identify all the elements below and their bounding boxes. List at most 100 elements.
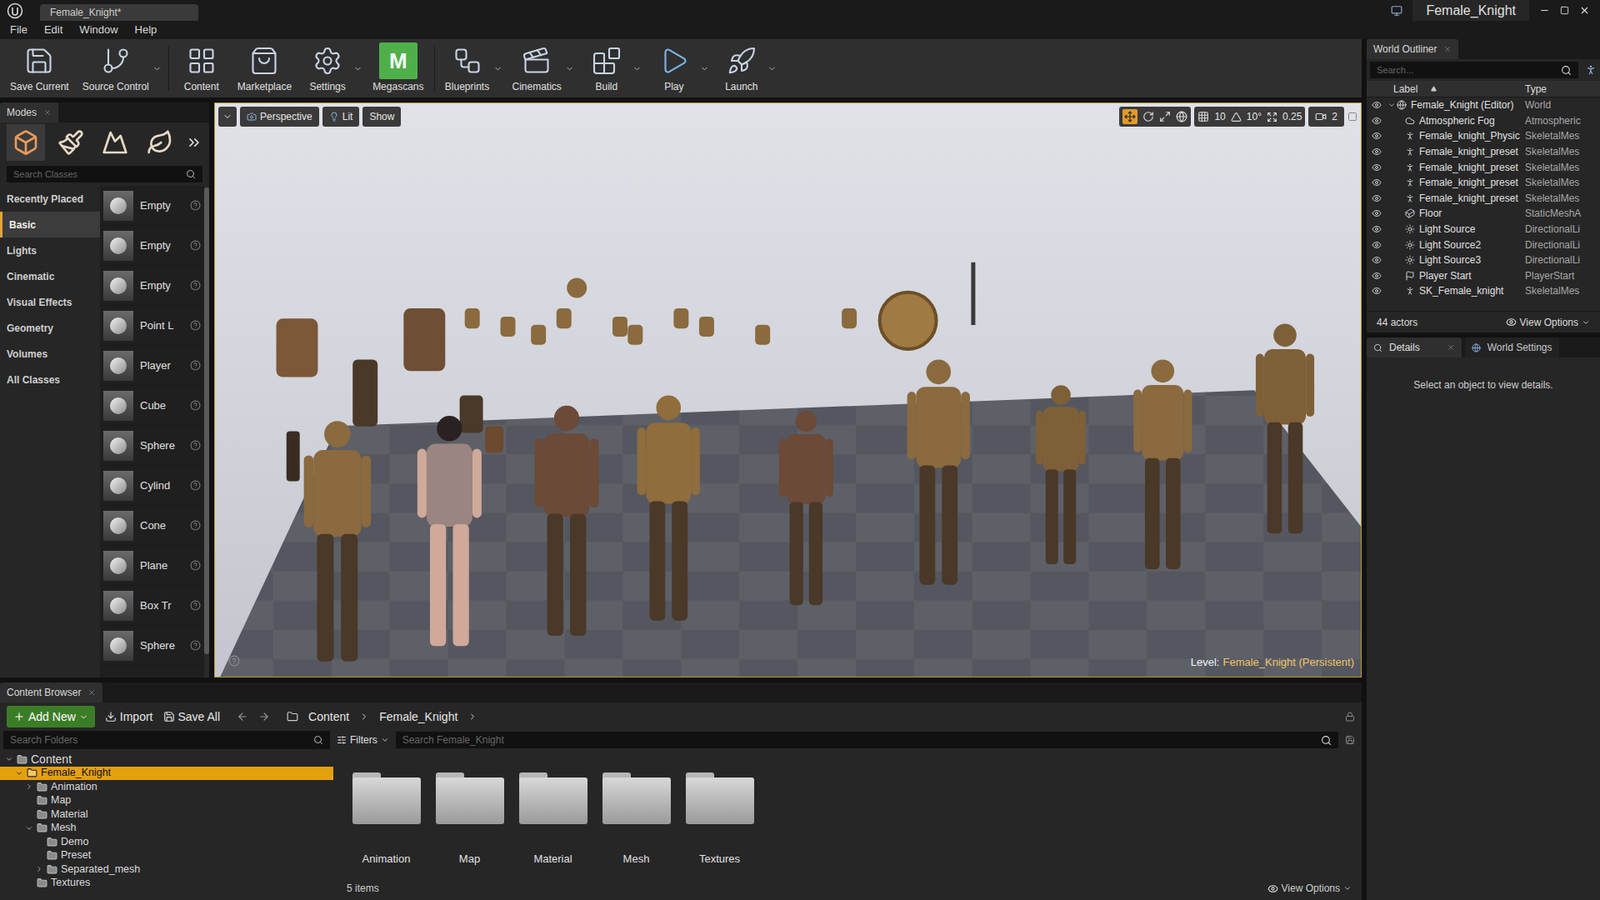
category-item[interactable]: Lights bbox=[0, 237, 100, 264]
help-icon[interactable] bbox=[190, 480, 201, 491]
outliner-row[interactable]: Female_knight_presetSkeletalMes bbox=[1366, 175, 1600, 191]
character-figure[interactable] bbox=[534, 405, 599, 636]
toolbar-button[interactable]: Save Current bbox=[3, 39, 76, 98]
import-button[interactable]: Import bbox=[105, 708, 154, 726]
rotation-snap-value[interactable]: 10° bbox=[1246, 109, 1262, 125]
camera-speed[interactable]: 2 bbox=[1308, 106, 1345, 127]
outliner-row[interactable]: FloorStaticMeshA bbox=[1366, 205, 1600, 222]
outliner-row[interactable]: Light Source2DirectionalLi bbox=[1366, 236, 1600, 253]
outliner-row[interactable]: Female_Knight (Editor)World bbox=[1366, 97, 1600, 114]
shield[interactable] bbox=[880, 292, 937, 350]
world-local-icon[interactable] bbox=[1175, 110, 1188, 123]
class-search[interactable]: Search Classes bbox=[6, 165, 203, 183]
dropdown-arrow-icon[interactable] bbox=[565, 64, 575, 74]
minimize-icon[interactable] bbox=[1539, 5, 1550, 16]
panel-tab[interactable]: World Outliner bbox=[1366, 39, 1459, 60]
menu-item[interactable]: File bbox=[10, 21, 28, 39]
category-item[interactable]: Cinematic bbox=[0, 263, 100, 290]
mode-button[interactable] bbox=[96, 124, 135, 161]
visibility-icon[interactable] bbox=[1371, 240, 1382, 250]
class-item[interactable]: Plane bbox=[100, 545, 205, 586]
visibility-icon[interactable] bbox=[1371, 285, 1382, 296]
grid-snap-value[interactable]: 10 bbox=[1214, 109, 1225, 125]
view-options-button[interactable]: View Options bbox=[1267, 880, 1352, 896]
menu-item[interactable]: Edit bbox=[44, 21, 63, 39]
dropdown-arrow-icon[interactable] bbox=[632, 64, 642, 74]
help-icon[interactable] bbox=[190, 280, 201, 291]
collapsed-arrow-icon[interactable] bbox=[25, 782, 34, 791]
filters-button[interactable]: Filters bbox=[336, 732, 390, 748]
toolbar-button[interactable]: Play bbox=[645, 39, 704, 98]
dropdown-arrow-icon[interactable] bbox=[767, 64, 777, 74]
tree-item[interactable]: Animation bbox=[0, 780, 334, 795]
asset-search[interactable]: Search Female_Knight bbox=[395, 731, 1339, 749]
folder-asset[interactable]: Animation bbox=[345, 772, 428, 877]
save-all-button[interactable]: Save All bbox=[163, 708, 221, 726]
class-item[interactable]: Cube bbox=[100, 385, 205, 426]
outliner-row[interactable]: Light SourceDirectionalLi bbox=[1366, 221, 1600, 238]
class-item[interactable]: Box Tr bbox=[100, 585, 205, 626]
expanded-arrow-icon[interactable] bbox=[25, 824, 34, 833]
lock-icon[interactable] bbox=[1345, 711, 1355, 722]
grid-snap-icon[interactable] bbox=[1197, 110, 1210, 123]
visibility-icon[interactable] bbox=[1371, 146, 1382, 157]
expanded-arrow-icon[interactable] bbox=[5, 755, 14, 764]
dropdown-arrow-icon[interactable] bbox=[493, 64, 503, 74]
outliner-row[interactable]: Light Source3DirectionalLi bbox=[1366, 252, 1600, 269]
tree-item[interactable]: Female_Knight bbox=[0, 766, 334, 781]
viewport-help-icon[interactable] bbox=[228, 655, 240, 667]
maximize-icon[interactable] bbox=[1560, 5, 1570, 15]
visibility-icon[interactable] bbox=[1371, 193, 1382, 204]
help-icon[interactable] bbox=[190, 400, 201, 411]
move-icon[interactable] bbox=[1124, 110, 1136, 123]
class-item[interactable]: Empty bbox=[100, 225, 205, 266]
mode-button[interactable] bbox=[51, 124, 90, 161]
folder-asset[interactable]: Map bbox=[428, 772, 511, 877]
tree-item[interactable]: Material bbox=[0, 807, 334, 822]
maximize-viewport-icon[interactable] bbox=[1347, 111, 1358, 122]
show-button[interactable]: Show bbox=[362, 106, 401, 127]
close-icon[interactable] bbox=[1446, 343, 1455, 352]
help-icon[interactable] bbox=[190, 520, 201, 531]
outliner-row[interactable]: Female_knight_presetSkeletalMes bbox=[1366, 190, 1600, 207]
close-icon[interactable] bbox=[43, 108, 52, 117]
toolbar-button[interactable]: Content bbox=[172, 39, 231, 98]
class-item[interactable]: Empty bbox=[100, 265, 205, 306]
visibility-icon[interactable] bbox=[1371, 130, 1382, 141]
tree-item[interactable]: Preset bbox=[0, 849, 334, 864]
mode-button[interactable] bbox=[6, 124, 45, 161]
help-icon[interactable] bbox=[190, 240, 201, 251]
forward-icon[interactable] bbox=[258, 710, 270, 723]
details-tab[interactable]: World Settings bbox=[1465, 337, 1560, 358]
outliner-row[interactable]: Female_knight_presetSkeletalMes bbox=[1366, 159, 1600, 175]
tree-item[interactable]: Demo bbox=[0, 835, 334, 850]
character-figure[interactable] bbox=[907, 359, 970, 585]
toolbar-button[interactable]: Launch bbox=[712, 39, 771, 98]
collapsed-arrow-icon[interactable] bbox=[35, 865, 44, 874]
close-icon[interactable] bbox=[1443, 45, 1452, 54]
help-icon[interactable] bbox=[190, 320, 201, 331]
outliner-row[interactable]: Atmospheric FogAtmospheric bbox=[1366, 113, 1600, 130]
toolbar-button[interactable]: Source Control bbox=[75, 39, 156, 98]
mode-button[interactable] bbox=[140, 124, 180, 161]
document-tab[interactable]: Female_Knight* bbox=[40, 4, 199, 21]
class-item[interactable]: Cylind bbox=[100, 465, 205, 506]
help-icon[interactable] bbox=[190, 640, 201, 651]
column-header[interactable]: Label bbox=[1386, 81, 1525, 97]
scale-snap-icon[interactable] bbox=[1266, 111, 1278, 123]
help-icon[interactable] bbox=[190, 440, 201, 451]
dropdown-arrow-icon[interactable] bbox=[152, 64, 162, 74]
menu-item[interactable]: Help bbox=[135, 21, 158, 39]
more-modes-icon[interactable] bbox=[185, 134, 203, 151]
visibility-icon[interactable] bbox=[1371, 162, 1382, 173]
toolbar-button[interactable]: MMegascans bbox=[365, 39, 430, 98]
close-window-icon[interactable] bbox=[1579, 5, 1590, 16]
save-search-icon[interactable] bbox=[1345, 735, 1355, 745]
visibility-icon[interactable] bbox=[1371, 270, 1382, 281]
tree-item[interactable]: Content bbox=[0, 752, 334, 767]
visibility-icon[interactable] bbox=[1371, 100, 1382, 110]
outliner-search[interactable]: Search... bbox=[1370, 61, 1579, 79]
tree-item[interactable]: Separated_mesh bbox=[0, 862, 334, 877]
breadcrumb-item[interactable]: Content bbox=[308, 708, 350, 726]
character-figure[interactable] bbox=[779, 410, 834, 605]
